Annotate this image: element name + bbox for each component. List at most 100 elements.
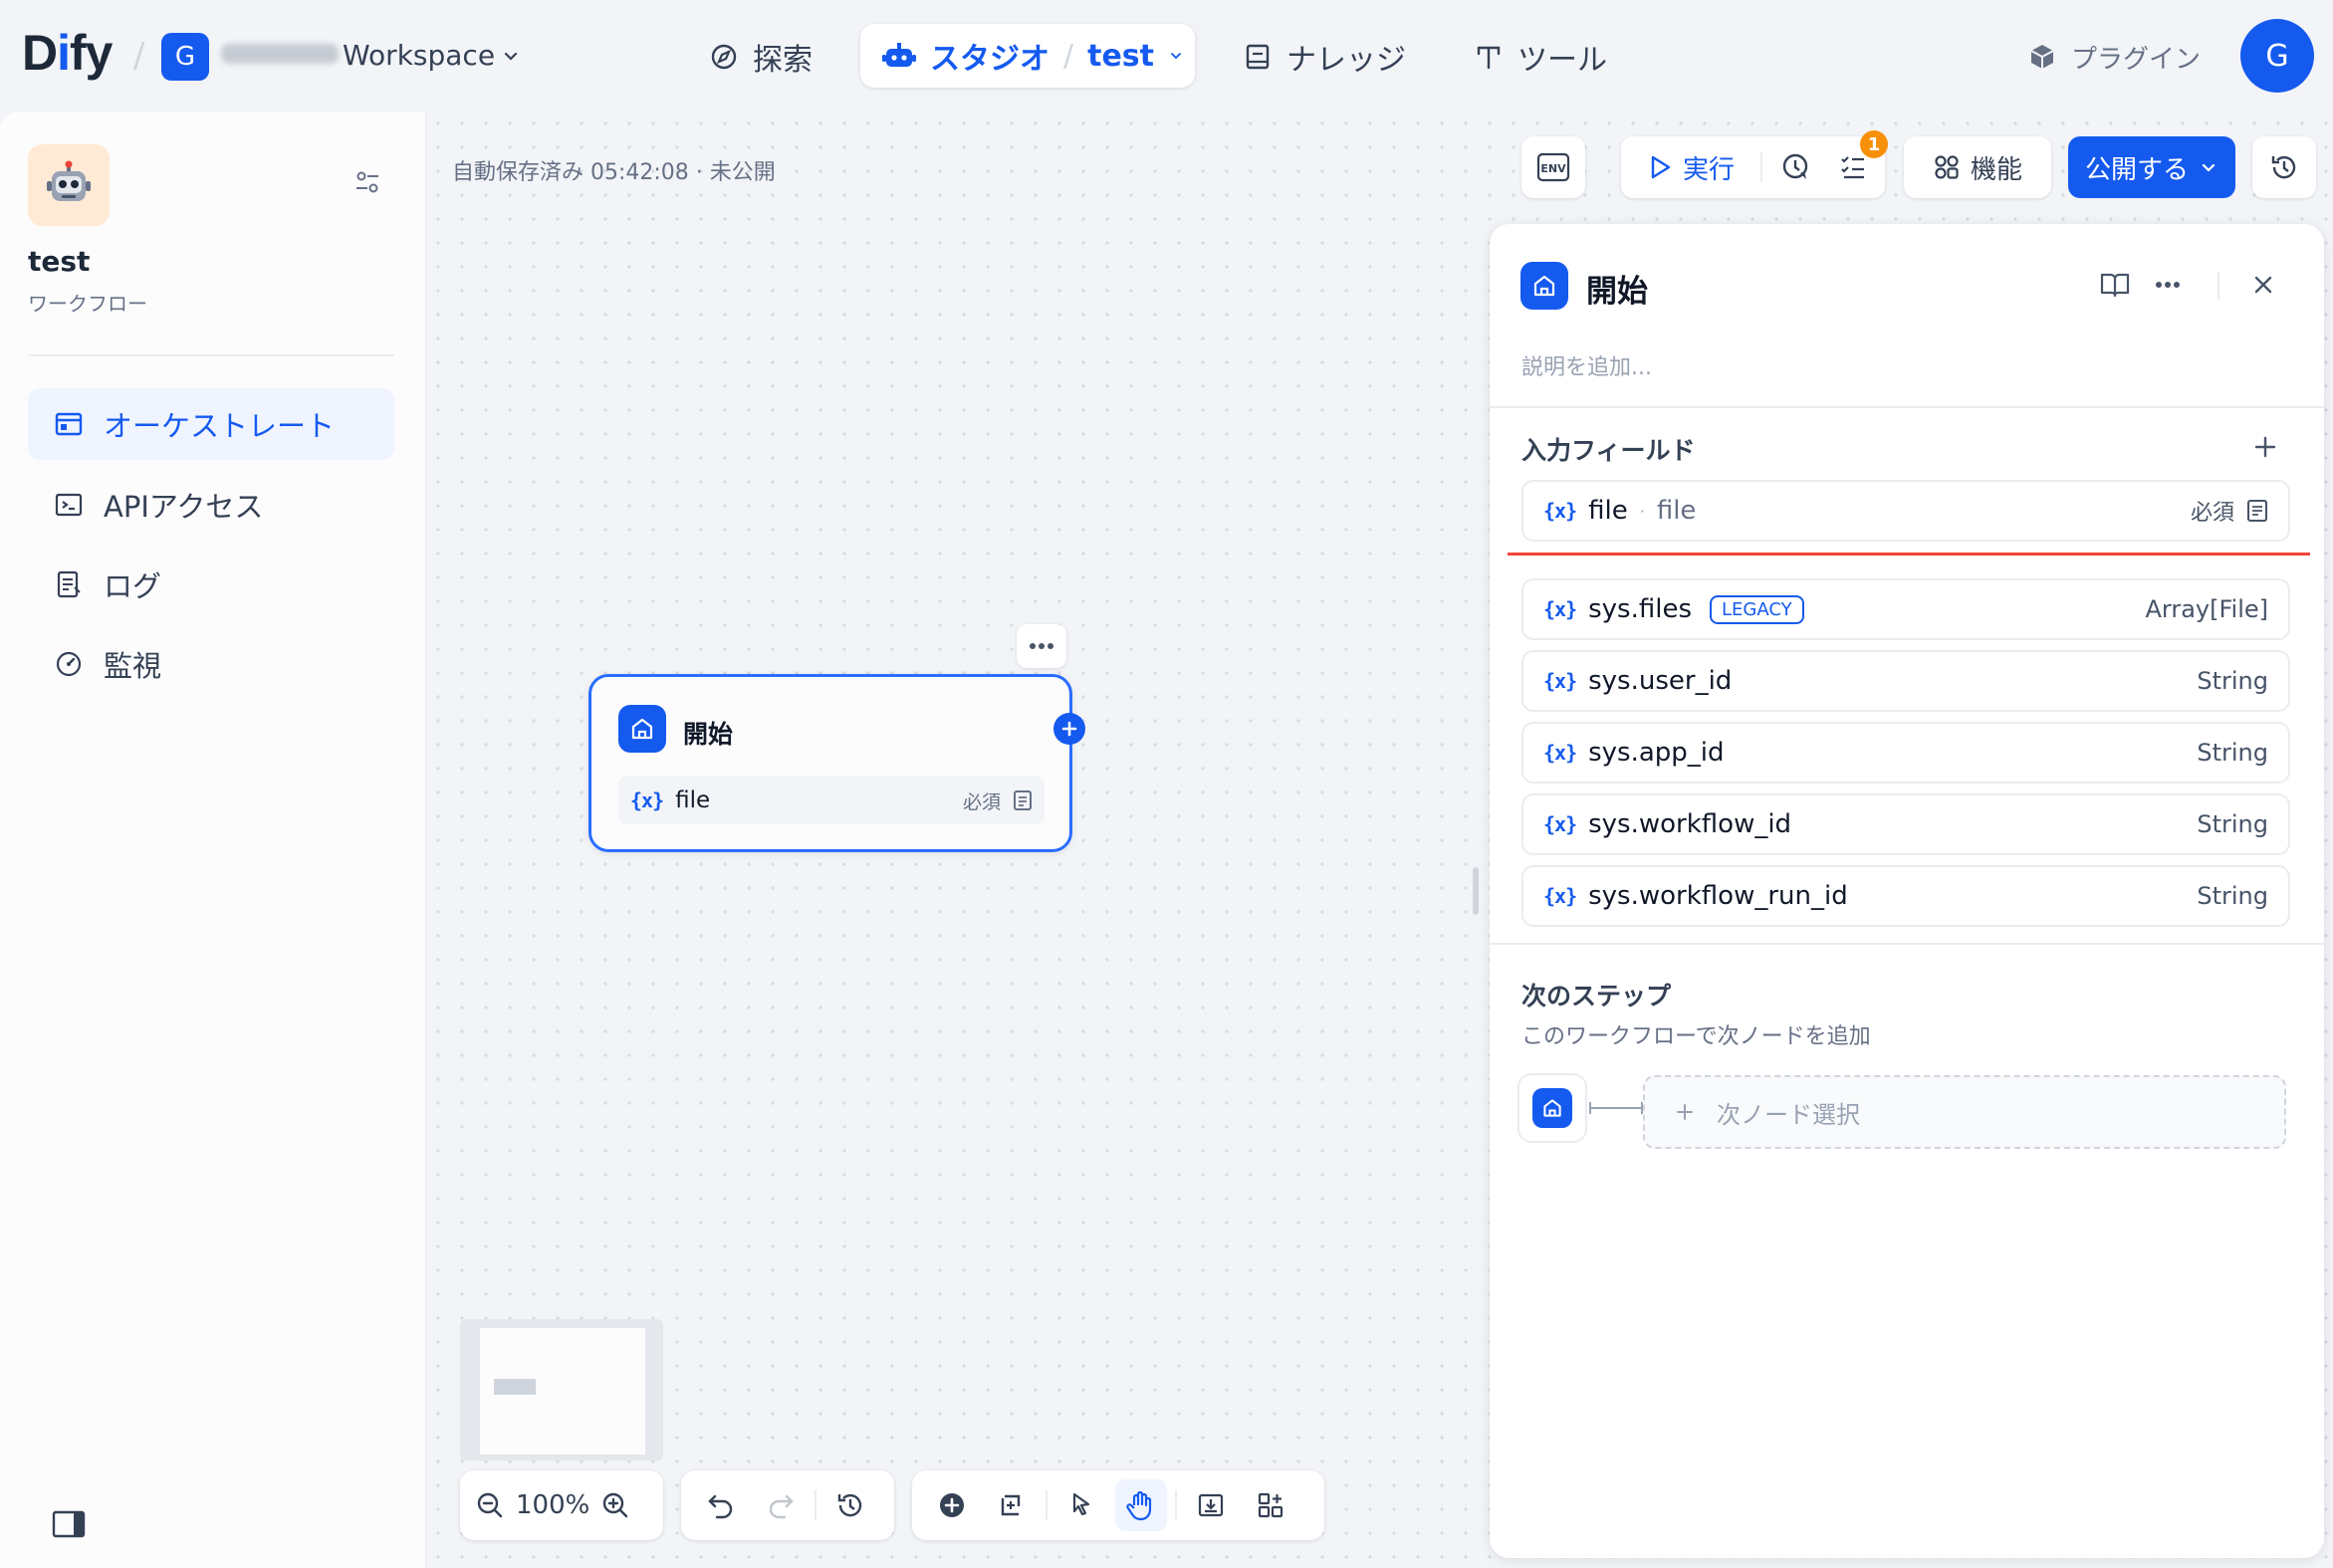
nav-knowledge-label: ナレッジ	[1286, 43, 1406, 78]
panel-resize-handle[interactable]	[1473, 867, 1479, 915]
breadcrumb-separator: /	[133, 36, 145, 76]
checklist-icon[interactable]	[1838, 152, 1868, 182]
more-horizontal-icon	[1030, 643, 1053, 649]
zoom-out-icon[interactable]	[470, 1479, 510, 1531]
svg-text:ENV: ENV	[1540, 162, 1566, 175]
window-icon	[54, 409, 84, 439]
nav-explore[interactable]: 探索	[709, 28, 813, 86]
next-step-description: このワークフローで次ノードを追加	[1521, 1024, 1871, 1049]
collapse-sidebar-icon[interactable]	[52, 1509, 86, 1539]
app-name: test	[28, 245, 91, 278]
home-icon	[618, 705, 666, 753]
version-history-button[interactable]	[2252, 136, 2316, 198]
divider	[28, 354, 394, 356]
add-block-icon[interactable]	[926, 1479, 978, 1531]
document-icon	[2246, 499, 2268, 523]
run-toolbar-group: 実行	[1621, 136, 1885, 198]
robot-emoji-icon	[47, 160, 91, 201]
nav-knowledge[interactable]: ナレッジ	[1243, 28, 1406, 86]
sidebar-item-label: APIアクセス	[104, 490, 264, 524]
cube-icon	[2027, 42, 2057, 72]
minimap-node	[494, 1379, 536, 1395]
system-variable-name: sys.user_id	[1588, 666, 1733, 696]
system-variable-name: sys.app_id	[1588, 738, 1725, 768]
add-next-node-handle[interactable]	[1053, 713, 1085, 745]
organize-blocks-icon[interactable]	[1245, 1479, 1296, 1531]
history-icon[interactable]	[824, 1479, 876, 1531]
variable-icon: {x}	[1543, 741, 1577, 765]
workspace-owner-redacted	[221, 44, 339, 64]
nav-tools[interactable]: ツール	[1474, 28, 1607, 86]
input-field-name: file	[1588, 496, 1628, 526]
play-icon	[1647, 154, 1673, 180]
home-icon	[1532, 1088, 1572, 1128]
undo-icon[interactable]	[695, 1479, 747, 1531]
input-field-row[interactable]: {x} file · file 必須	[1521, 480, 2290, 542]
system-variable-name: sys.workflow_id	[1588, 809, 1792, 839]
publish-label: 公開する	[2084, 154, 2189, 185]
input-field-required: 必須	[2190, 501, 2234, 526]
pointer-icon[interactable]	[1055, 1479, 1107, 1531]
zoom-in-icon[interactable]	[595, 1479, 635, 1531]
system-variable-row: {x} sys.user_id String	[1521, 650, 2290, 712]
add-input-field-icon[interactable]	[2252, 434, 2278, 460]
history-run-icon[interactable]	[1780, 151, 1812, 183]
system-variable-type: String	[2197, 882, 2268, 910]
divider	[1175, 1490, 1177, 1520]
start-node[interactable]: 開始 {x} file 必須	[588, 674, 1072, 852]
sidebar-item-orchestrate[interactable]: オーケストレート	[28, 388, 394, 460]
variable-icon: {x}	[630, 788, 664, 812]
app-type: ワークフロー	[28, 292, 147, 316]
system-variable-type: String	[2197, 739, 2268, 767]
run-button[interactable]: 実行	[1647, 149, 1735, 186]
export-image-icon[interactable]	[1185, 1479, 1237, 1531]
next-step-title: 次のステップ	[1521, 982, 1672, 1010]
minimap[interactable]	[460, 1319, 663, 1460]
user-avatar[interactable]: G	[2240, 19, 2314, 93]
more-horizontal-icon[interactable]	[2155, 281, 2181, 289]
checklist-badge: 1	[1860, 130, 1888, 158]
open-book-icon[interactable]	[2099, 270, 2131, 300]
system-variable-name: sys.workflow_run_id	[1588, 881, 1848, 911]
description-input[interactable]: 説明を追加...	[1521, 349, 1652, 381]
select-next-node-button[interactable]: 次ノード選択	[1643, 1075, 2286, 1149]
env-button[interactable]: ENV	[1521, 136, 1585, 198]
divider	[1046, 1490, 1048, 1520]
system-variable-row: {x} sys.workflow_run_id String	[1521, 865, 2290, 927]
features-button[interactable]: 機能	[1904, 136, 2051, 198]
sidebar-item-logs[interactable]: ログ	[28, 549, 394, 620]
plus-icon	[1061, 721, 1077, 737]
chevron-down-icon	[2199, 157, 2218, 177]
close-icon[interactable]	[2250, 272, 2276, 298]
dify-logo[interactable]: Dify	[22, 24, 113, 82]
redo-icon[interactable]	[755, 1479, 807, 1531]
logo-part-1: D	[22, 25, 58, 81]
sidebar-item-api-access[interactable]: APIアクセス	[28, 469, 394, 541]
document-icon	[1013, 789, 1033, 811]
zoom-level[interactable]: 100%	[516, 1490, 589, 1520]
nav-studio[interactable]: スタジオ / test	[860, 24, 1195, 88]
compass-icon	[709, 42, 739, 72]
system-variable-type: String	[2197, 810, 2268, 838]
panel-title: 開始	[1586, 274, 1648, 310]
system-variable-row: {x} sys.app_id String	[1521, 722, 2290, 784]
home-icon	[1520, 262, 1568, 310]
publish-button[interactable]: 公開する	[2068, 136, 2235, 198]
input-fields-title: 入力フィールド	[1521, 436, 1696, 465]
variable-icon: {x}	[1543, 884, 1577, 908]
sidebar-item-monitoring[interactable]: 監視	[28, 628, 394, 700]
dot-separator: ·	[1639, 501, 1645, 521]
settings-toggle-icon[interactable]	[352, 167, 382, 197]
robot-icon	[882, 41, 916, 71]
features-label: 機能	[1970, 154, 2022, 185]
workspace-selector[interactable]: Workspace	[343, 39, 521, 72]
logo-part-2: i	[57, 25, 71, 81]
system-variable-type: Array[File]	[2145, 595, 2268, 623]
add-note-icon[interactable]	[986, 1479, 1038, 1531]
hand-icon[interactable]	[1115, 1479, 1167, 1531]
nav-plugins-label: プラグイン	[2071, 44, 2202, 75]
variable-icon: {x}	[1543, 499, 1577, 523]
workspace-avatar[interactable]: G	[161, 33, 209, 81]
nav-plugins[interactable]: プラグイン	[2027, 28, 2201, 86]
node-more-button[interactable]	[1017, 624, 1066, 668]
